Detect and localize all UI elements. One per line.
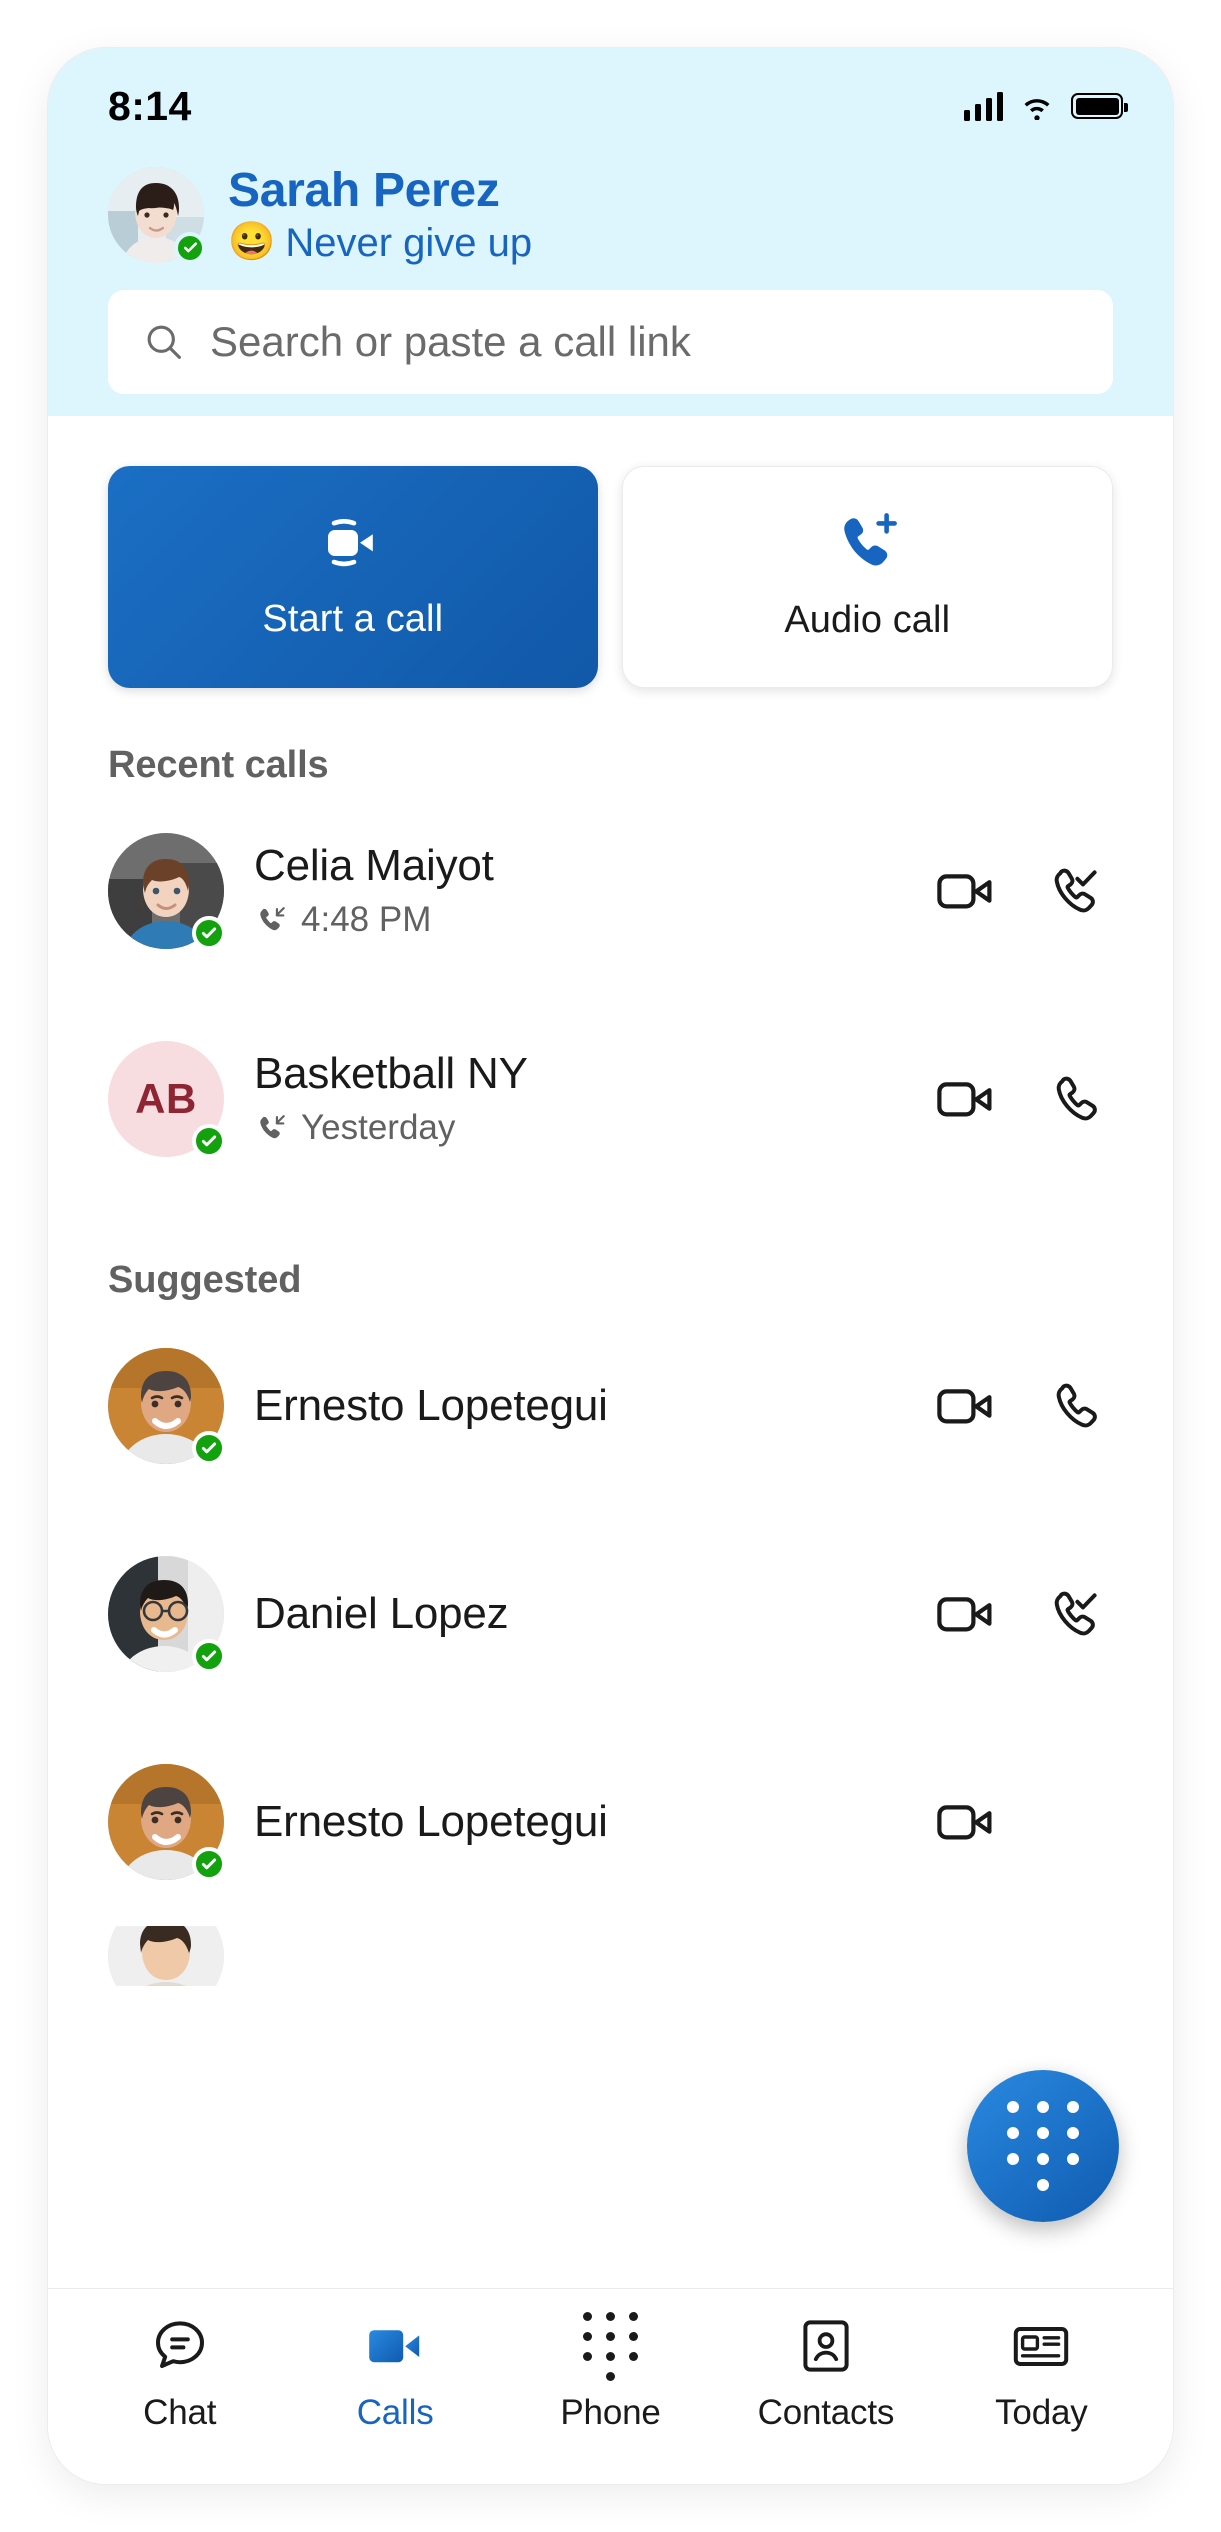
video-camera-icon[interactable]: [935, 1797, 997, 1847]
avatar: [108, 1347, 226, 1465]
row-content: Ernesto Lopetegui: [254, 1798, 905, 1846]
search-icon: [147, 325, 181, 359]
phone-check-icon[interactable]: [1049, 1586, 1107, 1642]
table-row[interactable]: AB Basketball NY Yesterday: [108, 995, 1113, 1203]
incoming-call-icon: [260, 1114, 285, 1139]
status-bar: 8:14: [48, 48, 1173, 150]
contact-card-icon: [799, 2315, 853, 2377]
video-camera-icon[interactable]: [935, 866, 997, 916]
audio-call-button[interactable]: Audio call: [621, 465, 1113, 688]
row-content: Basketball NY Yesterday: [254, 1050, 905, 1148]
presence-available-icon: [192, 1430, 226, 1465]
table-row[interactable]: Ernesto Lopetegui: [108, 1302, 1113, 1510]
presence-available-icon: [192, 1846, 226, 1881]
recent-calls-list: Celia Maiyot 4:48 PM AB Basketball NY Ye…: [48, 787, 1173, 1203]
table-row[interactable]: Daniel Lopez: [108, 1510, 1113, 1718]
table-row[interactable]: Celia Maiyot 4:48 PM: [108, 787, 1113, 995]
video-camera-icon[interactable]: [935, 1381, 997, 1431]
profile-header[interactable]: Sarah Perez 😀 Never give up: [48, 150, 1173, 272]
status-emoji: 😀: [228, 220, 276, 263]
section-title-recent-calls: Recent calls: [108, 743, 329, 786]
tab-label-chat: Chat: [143, 2393, 217, 2432]
cellular-signal-icon: [963, 91, 1003, 121]
row-content: Ernesto Lopetegui: [254, 1382, 905, 1430]
dialpad-icon: [1007, 2101, 1079, 2191]
avatar: [108, 1925, 224, 1986]
incoming-call-icon: [260, 906, 285, 931]
section-title-suggested: Suggested: [108, 1258, 302, 1301]
header: 8:14 Sarah Perez 😀 Never give up Search …: [48, 48, 1173, 416]
table-row[interactable]: Ernesto Lopetegui: [108, 1718, 1113, 1926]
presence-available-icon: [192, 1638, 226, 1673]
chat-bubble-icon: [151, 2315, 209, 2377]
avatar: [108, 1763, 226, 1881]
audio-call-label: Audio call: [784, 599, 951, 642]
row-actions: [935, 1378, 1113, 1434]
wifi-icon: [1024, 99, 1050, 120]
status-bar-icons: [963, 91, 1128, 121]
tab-label-calls: Calls: [356, 2393, 434, 2432]
tab-label-today: Today: [995, 2393, 1088, 2432]
video-call-icon: [327, 519, 373, 567]
tab-calls[interactable]: Calls: [287, 2315, 502, 2433]
status-bar-time: 8:14: [108, 82, 192, 129]
phone-add-icon: [844, 513, 898, 566]
row-actions: [935, 863, 1113, 919]
row-actions: [935, 1794, 1113, 1850]
presence-available-icon: [192, 1123, 226, 1158]
phone-icon[interactable]: [1049, 1378, 1107, 1434]
quick-actions: Start a call Audio call: [48, 416, 1173, 688]
profile-text: Sarah Perez 😀 Never give up: [228, 164, 532, 266]
phone-frame: 8:14 Sarah Perez 😀 Never give up Search …: [48, 48, 1173, 2484]
video-camera-filled-icon: [364, 2315, 426, 2377]
avatar[interactable]: [108, 166, 206, 264]
call-meta: 4:48 PM: [254, 900, 905, 940]
phone-icon[interactable]: [1049, 1071, 1107, 1127]
contact-name: Ernesto Lopetegui: [254, 1381, 608, 1430]
search-input[interactable]: [210, 317, 1079, 366]
presence-available-icon: [174, 231, 206, 264]
tab-today[interactable]: Today: [934, 2315, 1149, 2433]
contact-name: Daniel Lopez: [254, 1589, 509, 1638]
call-meta: Yesterday: [254, 1108, 905, 1148]
row-actions: [935, 1586, 1113, 1642]
suggested-list: Ernesto Lopetegui Daniel Lopez Ernesto L…: [48, 1302, 1173, 1986]
search-bar[interactable]: [108, 289, 1113, 394]
row-actions: [935, 1071, 1113, 1127]
tab-label-phone: Phone: [560, 2393, 661, 2432]
contact-name: Ernesto Lopetegui: [254, 1797, 608, 1846]
avatar: [108, 1555, 226, 1673]
profile-status[interactable]: 😀 Never give up: [228, 220, 532, 266]
newspaper-icon: [1011, 2315, 1071, 2377]
dialpad-fab-button[interactable]: [967, 2070, 1119, 2222]
table-row-partial[interactable]: [108, 1925, 1113, 1986]
row-content: Daniel Lopez: [254, 1590, 905, 1638]
tab-chat[interactable]: Chat: [72, 2315, 287, 2433]
status-text: Never give up: [285, 220, 533, 265]
avatar-image: [108, 1925, 224, 1986]
dialpad-icon: [583, 2311, 639, 2381]
bottom-tab-bar: Chat Calls Phone Contacts Today: [48, 2288, 1173, 2484]
tab-phone[interactable]: Phone: [503, 2311, 718, 2433]
phone-check-icon[interactable]: [1049, 863, 1107, 919]
avatar: AB: [108, 1040, 226, 1158]
start-a-call-button[interactable]: Start a call: [108, 465, 598, 688]
video-camera-icon[interactable]: [935, 1589, 997, 1639]
content-area: Start a call Audio call Recent calls Cel…: [48, 415, 1173, 2288]
battery-full-icon: [1071, 93, 1128, 119]
profile-name: Sarah Perez: [228, 164, 500, 217]
start-a-call-label: Start a call: [262, 598, 444, 641]
presence-available-icon: [192, 915, 226, 950]
contact-name: Celia Maiyot: [254, 841, 494, 890]
avatar: [108, 832, 226, 950]
call-time: Yesterday: [301, 1107, 456, 1147]
call-time: 4:48 PM: [301, 899, 432, 939]
tab-label-contacts: Contacts: [757, 2393, 895, 2432]
video-camera-icon[interactable]: [935, 1074, 997, 1124]
row-content: Celia Maiyot 4:48 PM: [254, 842, 905, 940]
contact-name: Basketball NY: [254, 1049, 528, 1098]
tab-contacts[interactable]: Contacts: [718, 2315, 933, 2433]
